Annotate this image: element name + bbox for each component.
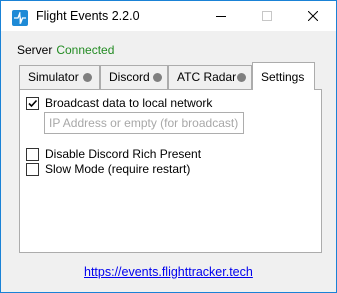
- window-title: Flight Events 2.2.0: [36, 9, 140, 23]
- broadcast-label: Broadcast data to local network: [45, 96, 213, 110]
- tab-discord[interactable]: Discord: [100, 65, 168, 89]
- close-button[interactable]: [290, 1, 336, 31]
- minimize-icon: [216, 16, 226, 17]
- server-status-row: Server Connected: [17, 43, 114, 57]
- app-icon: [12, 10, 28, 26]
- slow-mode-checkbox[interactable]: [26, 163, 39, 176]
- app-window: Flight Events 2.2.0 Server Connected Simu…: [0, 0, 337, 293]
- ip-address-input[interactable]: [44, 112, 244, 134]
- status-dot-icon: [237, 73, 246, 82]
- disable-discord-checkbox[interactable]: [26, 148, 39, 161]
- tab-simulator[interactable]: Simulator: [19, 65, 100, 89]
- tab-label: ATC Radar: [177, 70, 237, 84]
- title-bar[interactable]: Flight Events 2.2.0: [1, 1, 336, 31]
- slow-mode-label: Slow Mode (require restart): [45, 162, 191, 176]
- tab-settings[interactable]: Settings: [252, 62, 315, 90]
- status-dot-icon: [83, 73, 92, 82]
- status-dot-icon: [153, 73, 162, 82]
- checkmark-icon: [28, 99, 38, 108]
- tab-label: Simulator: [28, 70, 79, 84]
- maximize-icon: [262, 11, 272, 21]
- disable-discord-label: Disable Discord Rich Present: [45, 147, 202, 161]
- tab-label: Discord: [109, 70, 150, 84]
- website-link[interactable]: https://events.flighttracker.tech: [84, 265, 253, 279]
- minimize-button[interactable]: [198, 1, 244, 31]
- tab-atc-radar[interactable]: ATC Radar: [168, 65, 252, 89]
- tab-label: Settings: [261, 70, 305, 84]
- close-icon: [308, 11, 318, 21]
- server-status-text: Connected: [56, 43, 115, 57]
- server-label: Server: [17, 43, 53, 57]
- broadcast-checkbox[interactable]: [26, 97, 39, 110]
- maximize-button[interactable]: [244, 1, 290, 31]
